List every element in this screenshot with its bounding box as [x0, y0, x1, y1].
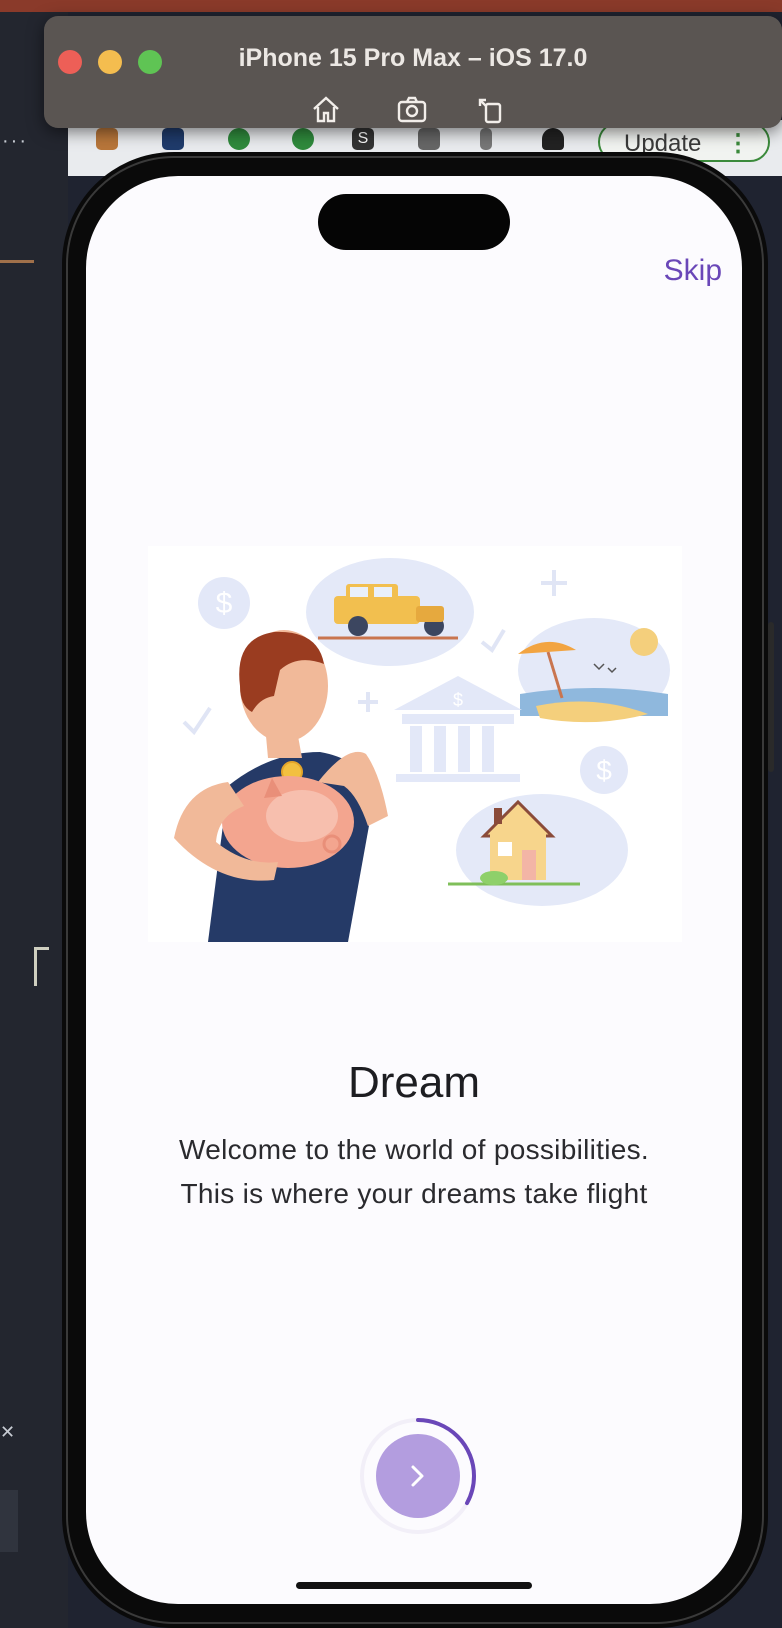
- extension-shield-icon[interactable]: [162, 128, 184, 150]
- onboarding-illustration: $ $ $: [148, 546, 682, 942]
- svg-text:$: $: [216, 587, 233, 620]
- extension-check-icon-2[interactable]: [292, 128, 314, 150]
- phone-side-button: [768, 622, 774, 772]
- panel-block: [0, 1490, 18, 1552]
- puzzle-icon[interactable]: [418, 128, 440, 150]
- skip-button[interactable]: Skip: [664, 254, 722, 288]
- sidebar-icon[interactable]: [480, 128, 492, 150]
- next-button[interactable]: [376, 1434, 460, 1518]
- onboarding-description: Welcome to the world of possibilities. T…: [179, 1134, 649, 1209]
- kebab-menu-icon[interactable]: ⋮: [726, 124, 750, 164]
- more-icon[interactable]: ···: [2, 130, 28, 153]
- panel-divider: [0, 260, 34, 263]
- extension-s-icon[interactable]: S: [352, 128, 374, 150]
- extension-check-icon[interactable]: [228, 128, 250, 150]
- desktop-top-edge: [0, 0, 782, 12]
- onboarding-title: Dream: [347, 1058, 481, 1107]
- svg-text:$: $: [596, 755, 612, 786]
- profile-icon[interactable]: [542, 128, 564, 150]
- panel-marker: [34, 947, 49, 986]
- status-time: 10:24: [176, 204, 243, 234]
- screenshot-icon[interactable]: [396, 94, 428, 126]
- simulator-title-bar: iPhone 15 Pro Max – iOS 17.0: [44, 16, 782, 128]
- simulator-title: iPhone 15 Pro Max – iOS 17.0: [238, 44, 588, 72]
- next-button-container[interactable]: [356, 1414, 480, 1538]
- editor-side-panel: ··· ✕: [0, 12, 68, 1628]
- svg-text:$: $: [453, 690, 463, 710]
- close-icon[interactable]: ✕: [0, 1422, 15, 1443]
- dynamic-island: [318, 194, 510, 250]
- rotate-icon[interactable]: [474, 94, 506, 126]
- app-screen: 10:24 Skip $ $ $ Dream Welcome to the wo…: [86, 176, 742, 1604]
- home-icon[interactable]: [310, 94, 342, 126]
- home-indicator[interactable]: [296, 1582, 532, 1589]
- extension-fox-icon[interactable]: [96, 128, 118, 150]
- progress-ring: [360, 1418, 476, 1534]
- piggy-bank-dream-illustration: $ $ $: [174, 558, 670, 942]
